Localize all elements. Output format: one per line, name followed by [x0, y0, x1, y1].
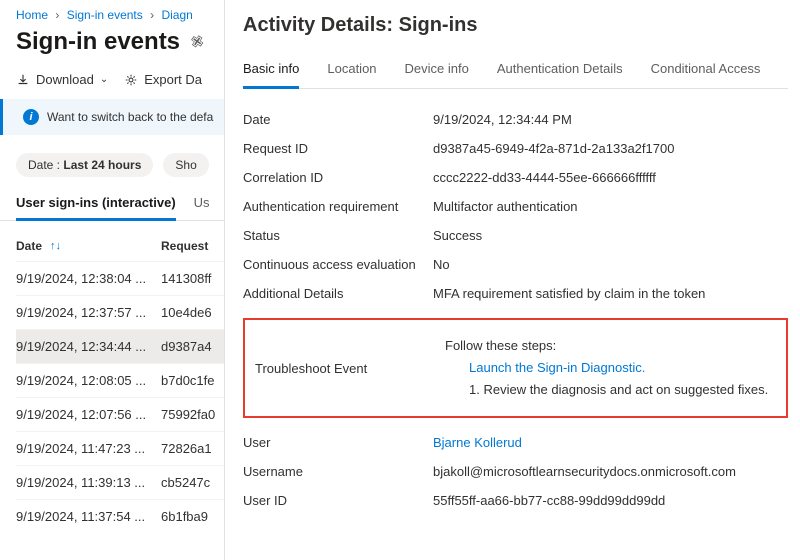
- info-banner: i Want to switch back to the defa: [0, 99, 224, 135]
- table-row[interactable]: 9/19/2024, 11:39:13 ...cb5247c: [16, 465, 224, 499]
- tab-user-signins-interactive[interactable]: User sign-ins (interactive): [16, 189, 176, 221]
- chevron-right-icon: ›: [150, 8, 154, 22]
- chevron-right-icon: ›: [55, 8, 59, 22]
- troubleshoot-step: 1. Review the diagnosis and act on sugge…: [445, 379, 776, 401]
- launch-diagnostic-link[interactable]: Launch the Sign-in Diagnostic.: [469, 360, 645, 375]
- field-user-id-label: User ID: [243, 493, 433, 508]
- table-row[interactable]: 9/19/2024, 12:08:05 ...b7d0c1fe: [16, 363, 224, 397]
- toolbar: Download ⌄ Export Da: [16, 72, 224, 87]
- field-auth-requirement-value: Multifactor authentication: [433, 199, 788, 214]
- cell-date: 9/19/2024, 12:34:44 ...: [16, 339, 161, 354]
- column-date-header[interactable]: Date: [16, 239, 42, 253]
- field-auth-requirement-label: Authentication requirement: [243, 199, 433, 214]
- filter-date-value: Last 24 hours: [63, 158, 141, 172]
- tab-device-info[interactable]: Device info: [405, 61, 469, 88]
- cell-request: d9387a4: [161, 339, 224, 354]
- column-request-header[interactable]: Request: [161, 239, 224, 253]
- table-row[interactable]: 9/19/2024, 11:47:23 ...72826a1: [16, 431, 224, 465]
- field-request-id-value: d9387a45-6949-4f2a-871d-2a133a2f1700: [433, 141, 788, 156]
- tab-basic-info[interactable]: Basic info: [243, 61, 299, 89]
- info-banner-text: Want to switch back to the defa: [47, 110, 213, 124]
- cell-request: 75992fa0: [161, 407, 224, 422]
- troubleshoot-intro: Follow these steps:: [445, 335, 776, 357]
- field-user-label: User: [243, 435, 433, 450]
- details-panel: Activity Details: Sign-ins Basic info Lo…: [225, 0, 800, 560]
- export-label: Export Da: [144, 72, 202, 87]
- cell-date: 9/19/2024, 12:38:04 ...: [16, 271, 161, 286]
- cell-request: b7d0c1fe: [161, 373, 224, 388]
- filter-date-prefix: Date :: [28, 158, 63, 172]
- table-row[interactable]: 9/19/2024, 12:07:56 ...75992fa0: [16, 397, 224, 431]
- filter-show-pill[interactable]: Sho: [163, 153, 208, 177]
- field-additional-details-label: Additional Details: [243, 286, 433, 301]
- field-date-value: 9/19/2024, 12:34:44 PM: [433, 112, 788, 127]
- field-status-label: Status: [243, 228, 433, 243]
- download-label: Download: [36, 72, 94, 87]
- field-cae-value: No: [433, 257, 788, 272]
- table-row[interactable]: 9/19/2024, 11:37:54 ...6b1fba9: [16, 499, 224, 533]
- gear-icon: [124, 73, 138, 87]
- details-title: Activity Details: Sign-ins: [243, 14, 788, 37]
- info-icon: i: [23, 109, 39, 125]
- breadcrumb-diagnose[interactable]: Diagn: [161, 8, 192, 22]
- download-button[interactable]: Download ⌄: [16, 72, 108, 87]
- field-request-id-label: Request ID: [243, 141, 433, 156]
- table-header: Date ↑↓ Request: [16, 231, 224, 261]
- export-button[interactable]: Export Da: [124, 72, 202, 87]
- field-username-label: Username: [243, 464, 433, 479]
- cell-request: 10e4de6: [161, 305, 224, 320]
- chevron-down-icon: ⌄: [100, 74, 108, 85]
- breadcrumb: Home › Sign-in events › Diagn: [16, 8, 224, 22]
- cell-date: 9/19/2024, 12:07:56 ...: [16, 407, 161, 422]
- cell-date: 9/19/2024, 12:37:57 ...: [16, 305, 161, 320]
- tab-user-signins-other[interactable]: Us: [194, 189, 210, 220]
- field-user-id-value: 55ff55ff-aa66-bb77-cc88-99dd99dd99dd: [433, 493, 788, 508]
- tab-conditional-access[interactable]: Conditional Access: [651, 61, 761, 88]
- breadcrumb-signin-events[interactable]: Sign-in events: [67, 8, 143, 22]
- troubleshoot-section: Troubleshoot Event Follow these steps: L…: [243, 318, 788, 418]
- cell-date: 9/19/2024, 11:37:54 ...: [16, 509, 161, 524]
- cell-date: 9/19/2024, 11:47:23 ...: [16, 441, 161, 456]
- table-row[interactable]: 9/19/2024, 12:34:44 ...d9387a4: [16, 329, 224, 363]
- pin-icon[interactable]: ✙: [186, 30, 208, 54]
- field-user-link[interactable]: Bjarne Kollerud: [433, 435, 522, 450]
- cell-date: 9/19/2024, 12:08:05 ...: [16, 373, 161, 388]
- field-correlation-id-value: cccc2222-dd33-4444-55ee-666666ffffff: [433, 170, 788, 185]
- cell-request: 6b1fba9: [161, 509, 224, 524]
- field-username-value: bjakoll@microsoftlearnsecuritydocs.onmic…: [433, 464, 788, 479]
- field-correlation-id-label: Correlation ID: [243, 170, 433, 185]
- field-troubleshoot-label: Troubleshoot Event: [255, 361, 445, 376]
- page-title: Sign-in events: [16, 28, 180, 56]
- table-row[interactable]: 9/19/2024, 12:37:57 ...10e4de6: [16, 295, 224, 329]
- field-additional-details-value: MFA requirement satisfied by claim in th…: [433, 286, 788, 301]
- cell-request: 72826a1: [161, 441, 224, 456]
- field-date-label: Date: [243, 112, 433, 127]
- download-icon: [16, 73, 30, 87]
- field-cae-label: Continuous access evaluation: [243, 257, 433, 272]
- cell-date: 9/19/2024, 11:39:13 ...: [16, 475, 161, 490]
- table-row[interactable]: 9/19/2024, 12:38:04 ...141308ff: [16, 261, 224, 295]
- sort-icon[interactable]: ↑↓: [50, 240, 61, 252]
- cell-request: 141308ff: [161, 271, 224, 286]
- tab-location[interactable]: Location: [327, 61, 376, 88]
- cell-request: cb5247c: [161, 475, 224, 490]
- field-status-value: Success: [433, 228, 788, 243]
- filter-date-pill[interactable]: Date : Last 24 hours: [16, 153, 153, 177]
- breadcrumb-home[interactable]: Home: [16, 8, 48, 22]
- tab-authentication-details[interactable]: Authentication Details: [497, 61, 623, 88]
